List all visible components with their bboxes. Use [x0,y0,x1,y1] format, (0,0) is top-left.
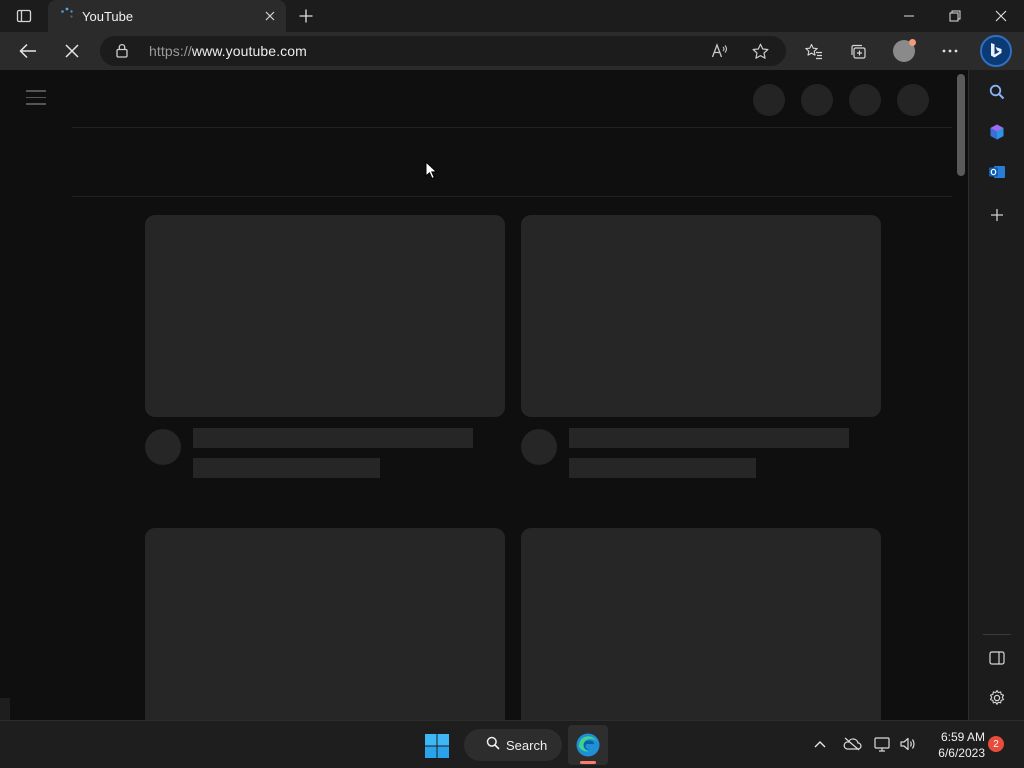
page-corner [0,698,10,720]
volume-icon[interactable] [897,733,919,755]
onedrive-offline-icon[interactable] [841,733,863,755]
tab-actions-icon[interactable] [8,0,40,32]
network-icon[interactable] [872,733,894,755]
copilot-icon[interactable] [983,118,1011,146]
loading-spinner-icon [60,7,74,26]
divider [72,127,952,128]
windows-start-icon[interactable] [424,733,450,759]
outlook-icon[interactable] [983,158,1011,186]
more-icon[interactable] [934,36,966,66]
menu-icon[interactable] [26,90,46,106]
profile-icon[interactable] [888,36,920,66]
lock-icon[interactable] [116,43,128,63]
channel-avatar-placeholder [145,429,181,465]
url-text[interactable]: https://www.youtube.com [149,43,307,59]
meta-placeholder [193,458,380,478]
stop-loading-icon[interactable] [56,36,88,66]
channel-avatar-placeholder [521,429,557,465]
back-arrow-icon[interactable] [12,36,44,66]
favorites-icon[interactable] [798,36,830,66]
divider [72,196,952,197]
restore-icon[interactable] [932,0,978,32]
video-thumbnail-placeholder [145,528,505,720]
add-icon[interactable] [983,201,1011,229]
close-window-icon[interactable] [978,0,1024,32]
hide-sidebar-icon[interactable] [983,644,1011,672]
minimize-icon[interactable] [886,0,932,32]
mouse-cursor-icon [425,161,438,180]
bing-icon[interactable] [980,35,1012,67]
video-thumbnail-placeholder [145,215,505,417]
title-bar: YouTube [0,0,1024,32]
header-placeholder [753,84,785,116]
system-clock[interactable]: 6:59 AM 6/6/2023 [925,729,985,761]
taskbar: Search 6:59 AM 6/6/2023 2 [0,720,1024,768]
tab-close-icon[interactable] [262,8,278,24]
taskbar-search[interactable]: Search [464,729,562,761]
search-icon [486,736,500,755]
video-thumbnail-placeholder [521,215,881,417]
browser-toolbar: https://www.youtube.com [0,32,1024,70]
collections-icon[interactable] [842,36,874,66]
web-page [0,70,968,720]
clock-date: 6/6/2023 [938,746,985,760]
search-label: Search [506,737,548,753]
title-placeholder [569,428,849,448]
notification-badge[interactable]: 2 [988,736,1004,752]
search-icon[interactable] [983,78,1011,106]
tab-youtube[interactable]: YouTube [48,0,286,32]
star-icon[interactable] [747,40,773,62]
video-thumbnail-placeholder [521,528,881,720]
new-tab-plus-icon[interactable] [294,4,318,28]
tab-title: YouTube [82,8,134,24]
chevron-up-icon[interactable] [809,733,831,755]
header-placeholder [849,84,881,116]
page-scrollbar[interactable] [957,74,965,176]
address-bar[interactable]: https://www.youtube.com [100,36,786,66]
header-placeholder [897,84,929,116]
read-aloud-icon[interactable] [707,40,733,62]
edge-sidebar [968,70,1024,720]
settings-icon[interactable] [983,684,1011,712]
clock-time: 6:59 AM [940,730,985,744]
title-placeholder [193,428,473,448]
sidebar-divider [983,634,1011,635]
edge-taskbar-icon[interactable] [568,725,608,765]
meta-placeholder [569,458,756,478]
header-placeholder [801,84,833,116]
